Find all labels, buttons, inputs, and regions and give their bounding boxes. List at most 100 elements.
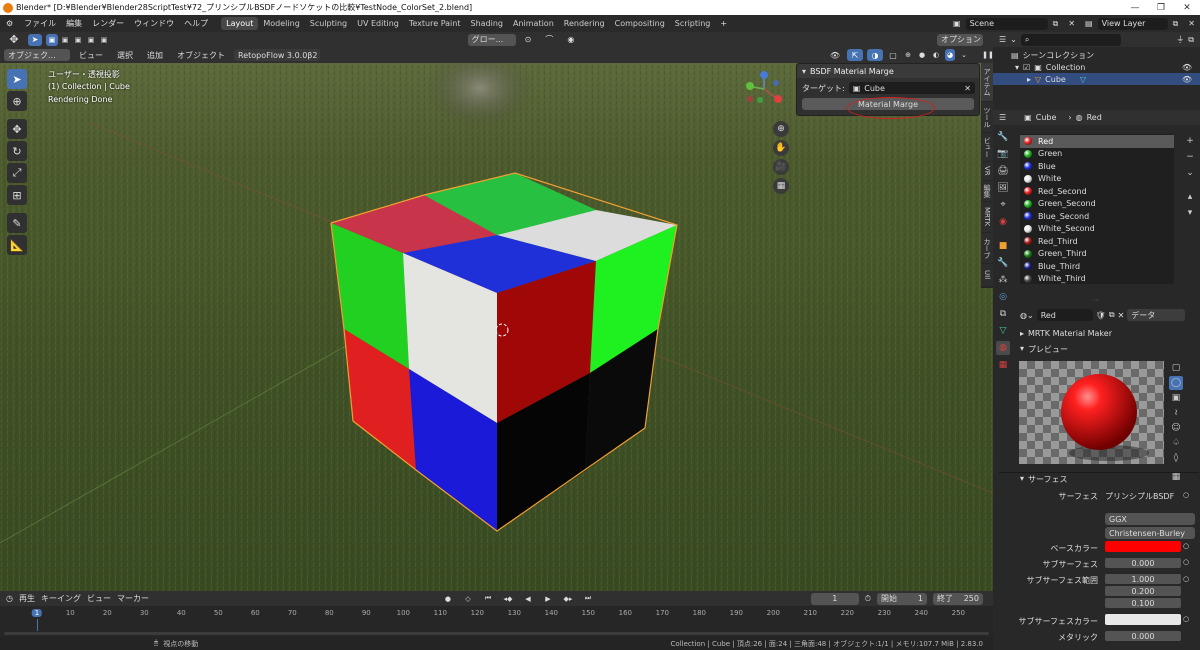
view-layer-copy-icon[interactable]: ⧉ <box>1168 19 1184 29</box>
transform-orientation-dropdown[interactable]: グロー... <box>467 33 516 46</box>
playhead[interactable] <box>37 619 38 631</box>
scene-tab-icon[interactable]: ⌖ <box>996 198 1010 212</box>
checkbox-icon[interactable]: ☑ <box>1023 63 1030 72</box>
browse-material-icon[interactable]: ◍⌄ <box>1020 311 1034 320</box>
menu-render[interactable]: レンダー <box>87 18 129 29</box>
measure-tool-icon[interactable]: 📐 <box>7 235 27 255</box>
panel-collapse-icon[interactable]: ▾ <box>802 67 806 76</box>
outliner-display-icon[interactable]: ⌄ <box>1010 35 1017 44</box>
surface-socket-icon[interactable]: ○ <box>1183 491 1189 499</box>
sidebar-tab-uil[interactable]: UIl <box>981 264 993 286</box>
world-tab-icon[interactable]: ◉ <box>996 215 1010 229</box>
transform-tool-icon[interactable]: ⊞ <box>7 185 27 205</box>
material-slot-item[interactable]: Green_Second <box>1020 198 1174 211</box>
subsurface-socket-icon[interactable]: ○ <box>1183 558 1189 566</box>
material-slot-item[interactable]: White_Second <box>1020 223 1174 236</box>
sidebar-tab-vr[interactable]: VR <box>981 162 993 180</box>
select-box-tool-icon[interactable]: ➤ <box>7 69 27 89</box>
select-intersect-icon[interactable]: ▣ <box>98 33 110 46</box>
sidebar-tab-mrtk[interactable]: MRTK <box>981 202 993 232</box>
add-workspace-icon[interactable]: + <box>715 19 732 28</box>
end-frame-field[interactable]: 終了 250 <box>933 592 983 605</box>
material-name-field[interactable]: Red <box>1036 309 1093 321</box>
material-slot-item[interactable]: White <box>1020 173 1174 186</box>
sidebar-tab-view[interactable]: ビュー <box>981 133 993 161</box>
maximize-button[interactable]: ❐ <box>1148 3 1174 13</box>
sidebar-tab-tool[interactable]: ツール <box>981 102 993 132</box>
scene-copy-icon[interactable]: ⧉ <box>1048 19 1064 29</box>
base-color-swatch[interactable] <box>1105 541 1181 552</box>
outliner-object-cube[interactable]: ▸ ▽ Cube ▽ 👁 <box>993 73 1200 85</box>
preview-cloth-icon[interactable]: ♤ <box>1169 436 1183 450</box>
modifier-tab-icon[interactable]: 🔧 <box>996 256 1010 270</box>
editor-type-icon-2[interactable]: ✥ <box>4 33 24 46</box>
workspace-tab-rendering[interactable]: Rendering <box>559 17 610 30</box>
subsurface-radius-z[interactable]: 0.100 <box>1105 598 1181 608</box>
viewport-menu-select[interactable]: 選択 <box>112 50 138 61</box>
zoom-icon[interactable]: ⊕ <box>773 121 789 137</box>
subsurface-method-dropdown[interactable]: Christensen-Burley <box>1105 527 1195 539</box>
physics-tab-icon[interactable]: ◎ <box>996 290 1010 304</box>
scale-tool-icon[interactable]: ⤢ <box>7 163 27 183</box>
base-color-socket-icon[interactable]: ○ <box>1183 542 1189 550</box>
sidebar-tab-curve[interactable]: カーブ <box>981 233 993 263</box>
preview-cube-icon[interactable]: ▣ <box>1169 391 1183 405</box>
subsurface-radius-socket-icon[interactable]: ○ <box>1183 575 1189 583</box>
outliner-scene-collection[interactable]: ▤ シーンコレクション <box>993 49 1200 61</box>
workspace-tab-texture-paint[interactable]: Texture Paint <box>404 17 466 30</box>
pan-hand-icon[interactable]: ✋ <box>773 140 789 156</box>
fake-user-icon[interactable]: 🛡 <box>1096 311 1106 320</box>
workspace-tab-uv-editing[interactable]: UV Editing <box>352 17 404 30</box>
3d-viewport[interactable]: ユーザー・透視投影 (1) Collection | Cube Renderin… <box>0 63 993 591</box>
timeline-editor-icon[interactable]: ◷ <box>6 594 13 603</box>
shading-rendered-icon[interactable]: ◕ <box>945 49 955 61</box>
sidebar-tab-edit[interactable]: 編集 <box>981 181 993 201</box>
minimize-button[interactable]: — <box>1122 3 1148 13</box>
collection-visibility-icon[interactable]: 👁 <box>1182 63 1192 72</box>
viewport-menu-view[interactable]: ビュー <box>74 50 108 61</box>
viewport-menu-add[interactable]: 追加 <box>142 50 168 61</box>
workspace-tab-layout[interactable]: Layout <box>221 17 259 30</box>
material-slot-item[interactable]: White_Third <box>1020 273 1174 286</box>
timeline-menu-view[interactable]: ビュー <box>87 593 111 604</box>
preview-range-icon[interactable]: ⏱ <box>865 594 871 604</box>
object-visibility-icon[interactable]: 👁 <box>1182 75 1192 84</box>
timeline-menu-keying[interactable]: キーイング <box>41 593 81 604</box>
outliner-editor-icon[interactable]: ☰ <box>999 35 1006 44</box>
list-resize-handle[interactable]: ⋯ <box>1093 296 1100 304</box>
view-layer-selector[interactable]: View Layer <box>1097 17 1168 30</box>
preview-sphere-icon[interactable]: ◯ <box>1169 376 1183 390</box>
scene-selector[interactable]: Scene <box>965 17 1048 30</box>
perspective-grid-icon[interactable]: ▦ <box>773 178 789 194</box>
mrtk-panel-header[interactable]: ▸ MRTK Material Maker <box>1020 329 1112 338</box>
material-tab-icon[interactable]: ◍ <box>996 341 1010 355</box>
timeline-menu-playback[interactable]: 再生 <box>19 593 35 604</box>
view-layer-close-icon[interactable]: ✕ <box>1183 19 1200 28</box>
sidebar-tab-item[interactable]: アイテム <box>981 63 993 101</box>
target-object-field[interactable]: ▣ Cube ✕ <box>848 82 975 94</box>
material-slot-item[interactable]: Blue_Third <box>1020 260 1174 273</box>
properties-editor-icon[interactable]: ☰ <box>999 113 1006 122</box>
view-layer-icon[interactable]: ▤ <box>1080 19 1098 28</box>
new-material-icon[interactable]: ⧉ <box>1109 310 1115 320</box>
jump-start-icon[interactable]: ⏮ <box>480 592 495 605</box>
expand-icon[interactable]: ▸ <box>1027 75 1031 84</box>
object-tab-icon[interactable]: ■ <box>996 239 1010 253</box>
subsurface-radius-y[interactable]: 0.200 <box>1105 586 1181 596</box>
move-slot-down-icon[interactable]: ▾ <box>1183 206 1197 220</box>
retopoflow-menu[interactable]: RetopoFlow 3.0.0β2 <box>234 49 320 61</box>
play-reverse-icon[interactable]: ◀ <box>520 592 535 605</box>
menu-window[interactable]: ウィンドウ <box>129 18 179 29</box>
scene-icon[interactable]: ▣ <box>948 19 966 28</box>
gizmo-toggle-icon[interactable]: ⇱ <box>847 49 863 61</box>
subsurface-radius-x[interactable]: 1.000 <box>1105 574 1181 584</box>
subsurface-color-socket-icon[interactable]: ○ <box>1183 615 1189 623</box>
menu-edit[interactable]: 編集 <box>61 18 87 29</box>
proportional-edit-icon[interactable]: ◉ <box>562 35 579 44</box>
distribution-dropdown[interactable]: GGX <box>1105 513 1195 525</box>
jump-end-icon[interactable]: ⏭ <box>580 592 595 605</box>
play-icon[interactable]: ▶ <box>540 592 555 605</box>
preview-monkey-icon[interactable]: ☺ <box>1169 421 1183 435</box>
data-tab-icon[interactable]: ▽ <box>996 324 1010 338</box>
select-new-icon[interactable]: ▣ <box>46 33 58 46</box>
